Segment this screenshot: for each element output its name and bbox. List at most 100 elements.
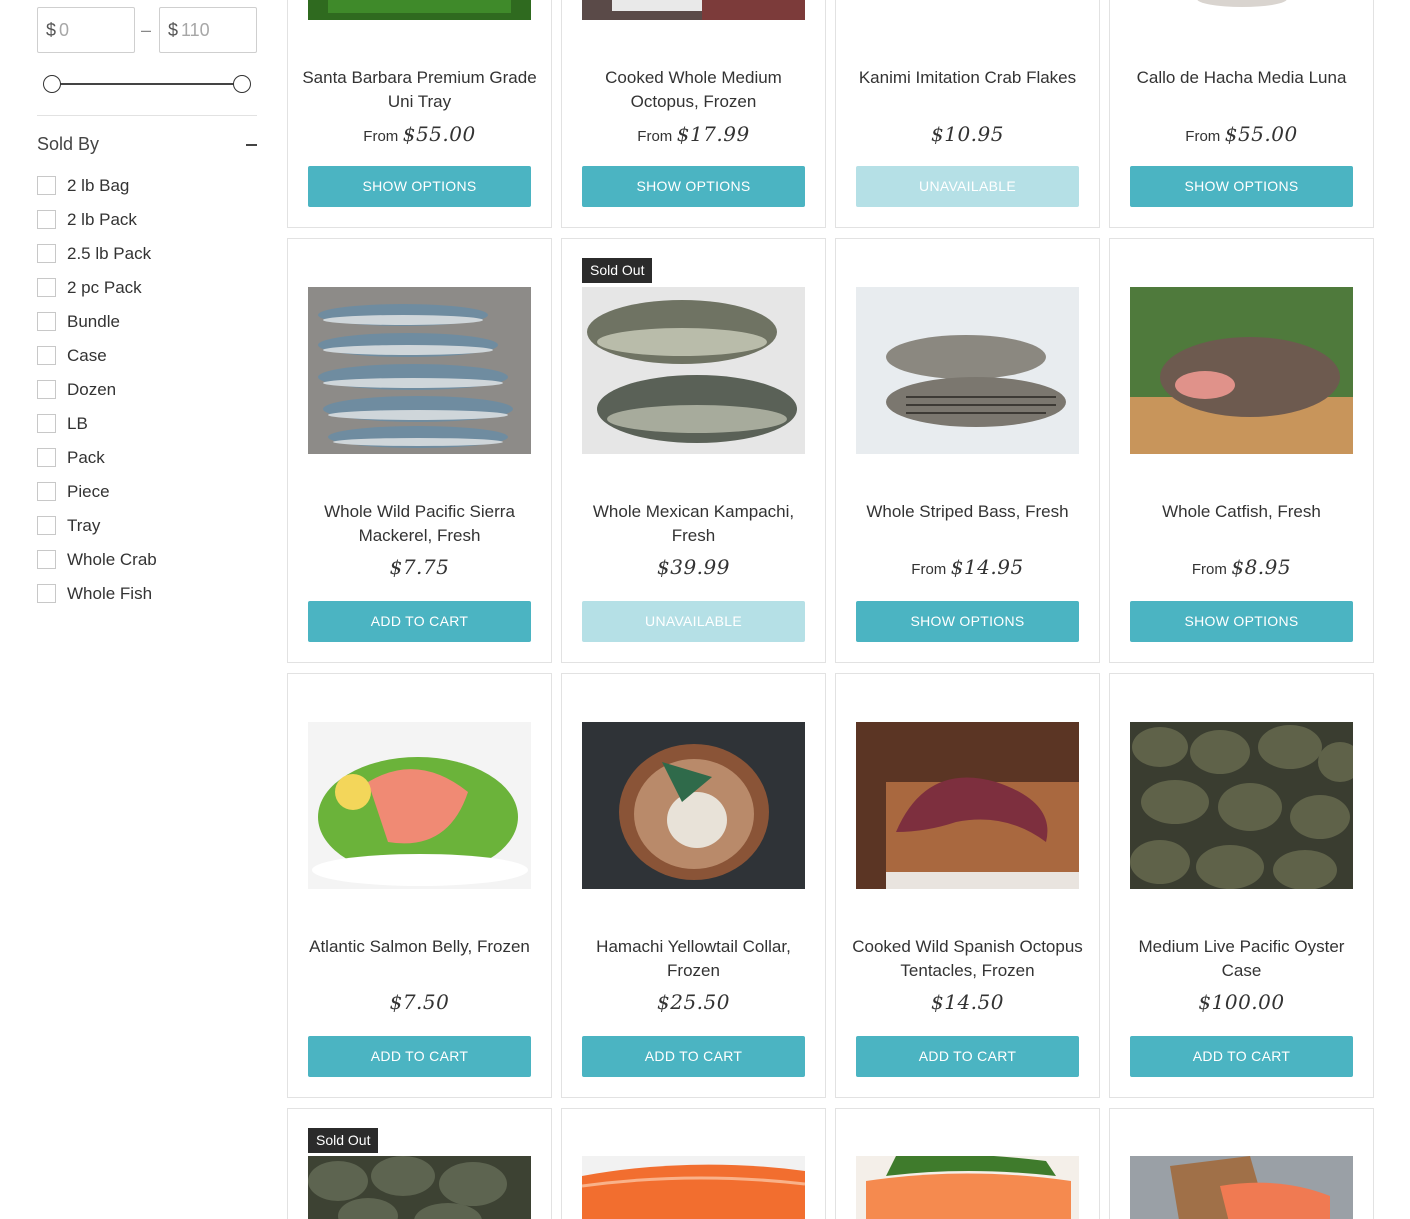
filter-option[interactable]: Piece [37,481,257,515]
price-from-label: From [637,128,673,145]
price-range-slider[interactable] [42,74,252,94]
salmon-fillet-image[interactable] [582,1156,805,1219]
checkbox[interactable] [37,414,56,433]
sold-by-filter-header[interactable]: Sold By [37,134,257,158]
product-title[interactable]: Kanimi Imitation Crab Flakes [850,66,1085,90]
checkbox[interactable] [37,516,56,535]
filter-option[interactable]: Tray [37,515,257,549]
checkbox[interactable] [37,380,56,399]
sold-by-options: 2 lb Bag 2 lb Pack 2.5 lb Pack 2 pc Pack… [37,175,257,617]
product-card[interactable]: Santa Barbara Premium Grade Uni Tray Fro… [287,0,552,228]
filter-option[interactable]: 2 lb Pack [37,209,257,243]
filter-option[interactable]: Dozen [37,379,257,413]
product-card[interactable]: Cooked Wild Spanish Octopus Tentacles, F… [835,673,1100,1098]
product-card[interactable]: Hamachi Yellowtail Collar, Frozen $25.50… [561,673,826,1098]
min-price-value: 0 [59,20,70,40]
product-title[interactable]: Santa Barbara Premium Grade Uni Tray [302,66,537,114]
product-card[interactable]: Atlantic Salmon Belly, Frozen $7.50 ADD … [287,673,552,1098]
show-options-button[interactable]: SHOW OPTIONS [1130,601,1353,642]
product-card[interactable]: Medium Live Pacific Oyster Case $100.00 … [1109,673,1374,1098]
divider [37,115,257,116]
product-title[interactable]: Whole Striped Bass, Fresh [850,500,1085,524]
price-amount: $7.50 [389,990,450,1014]
salmon-board-image[interactable] [1130,1156,1353,1219]
product-title[interactable]: Medium Live Pacific Oyster Case [1124,935,1359,983]
filter-option[interactable]: 2 pc Pack [37,277,257,311]
product-card[interactable]: Sold Out [287,1108,552,1219]
max-price-input[interactable]: $ 110 [159,7,257,53]
filter-option-label: 2 pc Pack [67,278,142,297]
add-to-cart-button[interactable]: ADD TO CART [308,601,531,642]
add-to-cart-button[interactable]: ADD TO CART [582,1036,805,1077]
catfish-image[interactable] [1130,287,1353,454]
striped-bass-image[interactable] [856,287,1079,454]
filter-option-label: Tray [67,516,101,535]
product-card[interactable] [1109,1108,1374,1219]
show-options-button[interactable]: SHOW OPTIONS [856,601,1079,642]
product-card[interactable]: Whole Catfish, Fresh From $8.95 SHOW OPT… [1109,238,1374,663]
filter-option[interactable]: Pack [37,447,257,481]
product-card[interactable]: Whole Striped Bass, Fresh From $14.95 SH… [835,238,1100,663]
product-title[interactable]: Hamachi Yellowtail Collar, Frozen [576,935,811,983]
product-price: From $8.95 [1110,555,1373,585]
checkbox[interactable] [37,210,56,229]
checkbox[interactable] [37,550,56,569]
filter-option[interactable]: Whole Crab [37,549,257,583]
product-price: From $17.99 [562,122,825,152]
oysters-image[interactable] [1130,722,1353,889]
product-card[interactable]: Whole Wild Pacific Sierra Mackerel, Fres… [287,238,552,663]
filter-option[interactable]: LB [37,413,257,447]
product-card[interactable]: Sold Out Whole Mexican Kampachi, Fresh $… [561,238,826,663]
scallop-image[interactable] [1130,0,1353,11]
price-amount: $14.50 [931,990,1004,1014]
checkbox[interactable] [37,312,56,331]
product-card[interactable]: Callo de Hacha Media Luna From $55.00 SH… [1109,0,1374,228]
oysters-image-2[interactable] [308,1156,531,1219]
add-to-cart-button[interactable]: ADD TO CART [308,1036,531,1077]
filter-option[interactable]: 2.5 lb Pack [37,243,257,277]
mackerel-image[interactable] [308,287,531,454]
checkbox[interactable] [37,448,56,467]
uni-tray-image[interactable] [308,0,531,20]
show-options-button[interactable]: SHOW OPTIONS [582,166,805,207]
min-price-input[interactable]: $ 0 [37,7,135,53]
hamachi-collar-image[interactable] [582,722,805,889]
checkbox[interactable] [37,584,56,603]
product-card[interactable]: Kanimi Imitation Crab Flakes $10.95 UNAV… [835,0,1100,228]
product-title[interactable]: Atlantic Salmon Belly, Frozen [302,935,537,959]
product-title[interactable]: Callo de Hacha Media Luna [1124,66,1359,90]
add-to-cart-button[interactable]: ADD TO CART [856,1036,1079,1077]
product-title[interactable]: Whole Wild Pacific Sierra Mackerel, Fres… [302,500,537,548]
product-title[interactable]: Whole Mexican Kampachi, Fresh [576,500,811,548]
checkbox[interactable] [37,278,56,297]
kampachi-image[interactable] [582,287,805,454]
checkbox[interactable] [37,244,56,263]
filter-option[interactable]: Bundle [37,311,257,345]
show-options-button[interactable]: SHOW OPTIONS [308,166,531,207]
show-options-button[interactable]: SHOW OPTIONS [1130,166,1353,207]
octopus-tentacle-image[interactable] [856,722,1079,889]
minus-icon[interactable] [246,144,257,146]
product-title[interactable]: Whole Catfish, Fresh [1124,500,1359,524]
slider-max-handle[interactable] [233,75,251,93]
filter-option[interactable]: Case [37,345,257,379]
product-title[interactable]: Cooked Wild Spanish Octopus Tentacles, F… [850,935,1085,983]
product-card[interactable] [561,1108,826,1219]
sold-by-title: Sold By [37,134,100,154]
filter-option-label: Pack [67,448,105,467]
filter-option[interactable]: Whole Fish [37,583,257,617]
filter-option[interactable]: 2 lb Bag [37,175,257,209]
octopus-image[interactable] [582,0,805,20]
salmon-belly-image[interactable] [308,722,531,889]
checkbox[interactable] [37,482,56,501]
product-title[interactable]: Cooked Whole Medium Octopus, Frozen [576,66,811,114]
product-card[interactable] [835,1108,1100,1219]
add-to-cart-button[interactable]: ADD TO CART [1130,1036,1353,1077]
checkbox[interactable] [37,346,56,365]
slider-min-handle[interactable] [43,75,61,93]
checkbox[interactable] [37,176,56,195]
product-price: $39.99 [562,555,825,585]
salmon-fillet-image-2[interactable] [856,1156,1079,1219]
product-card[interactable]: Cooked Whole Medium Octopus, Frozen From… [561,0,826,228]
sold-out-badge: Sold Out [582,258,653,283]
